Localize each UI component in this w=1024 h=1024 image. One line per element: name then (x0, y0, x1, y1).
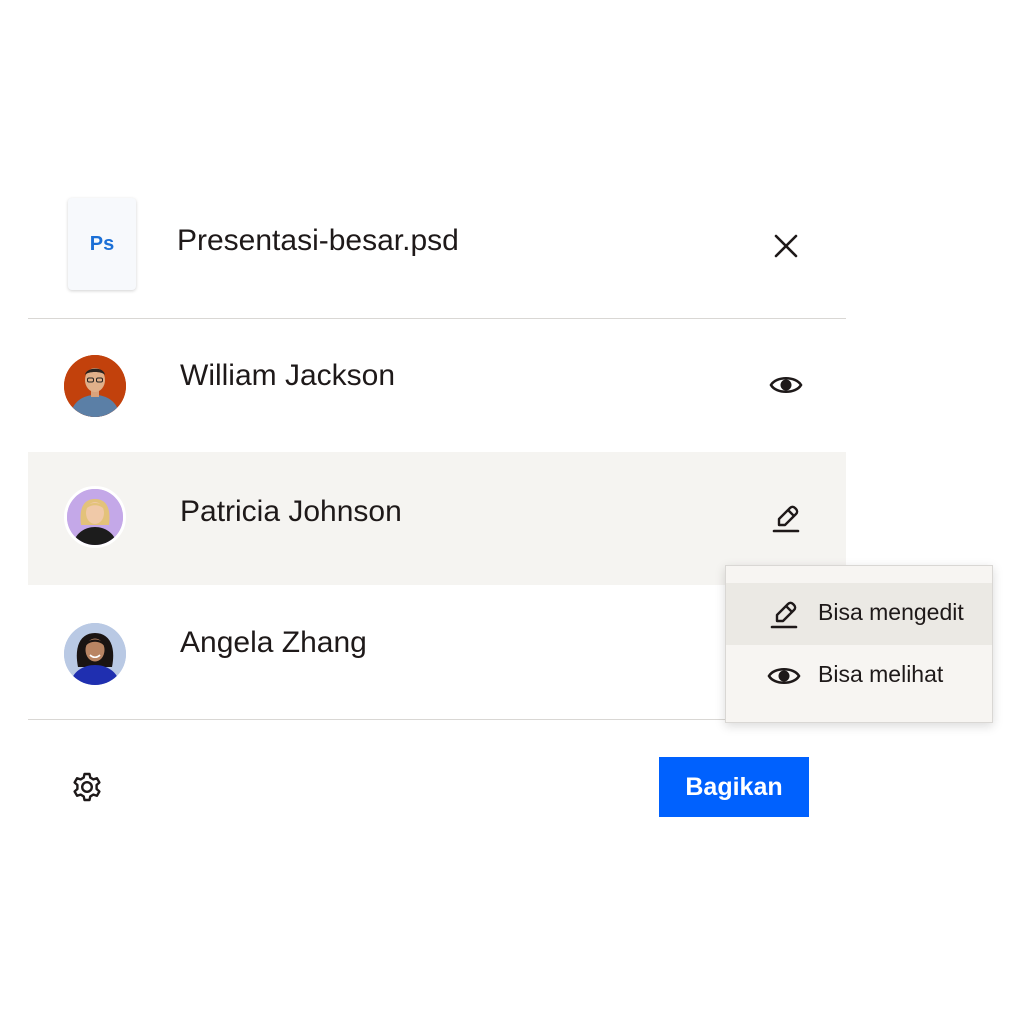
person-name: Patricia Johnson (180, 495, 402, 528)
share-button[interactable]: Bagikan (659, 757, 809, 817)
file-name: Presentasi-besar.psd (177, 224, 459, 257)
file-type-label: Ps (89, 232, 115, 255)
file-header: Ps Presentasi-besar.psd (28, 190, 846, 318)
menu-item-can-edit[interactable]: Bisa mengedit (726, 583, 992, 645)
file-thumbnail: Ps (68, 198, 136, 290)
person-name: William Jackson (180, 359, 396, 392)
close-button[interactable] (768, 228, 804, 264)
avatar (64, 355, 126, 417)
list-item-angela-zhang[interactable]: Angela Zhang (28, 586, 846, 718)
avatar (64, 623, 126, 685)
menu-item-label: Bisa melihat (818, 661, 944, 687)
permission-edit-button[interactable] (768, 500, 804, 536)
close-icon (774, 234, 798, 258)
list-item-william-jackson[interactable]: William Jackson (28, 319, 846, 451)
share-panel: Ps Presentasi-besar.psd William Jackson (28, 190, 846, 830)
eye-icon (769, 376, 803, 394)
gear-icon (73, 772, 101, 802)
pencil-icon (770, 601, 798, 629)
permission-view-button[interactable] (768, 367, 804, 403)
menu-item-can-view[interactable]: Bisa melihat (726, 645, 992, 707)
avatar (64, 486, 126, 548)
pencil-icon (772, 505, 800, 533)
menu-item-label: Bisa mengedit (818, 599, 964, 625)
footer: Bagikan (28, 720, 846, 830)
person-name: Angela Zhang (180, 626, 367, 659)
list-item-patricia-johnson[interactable]: Patricia Johnson (28, 452, 846, 585)
eye-icon (767, 667, 801, 685)
permission-dropdown: Bisa mengedit Bisa melihat (725, 565, 993, 723)
settings-button[interactable] (70, 770, 104, 804)
